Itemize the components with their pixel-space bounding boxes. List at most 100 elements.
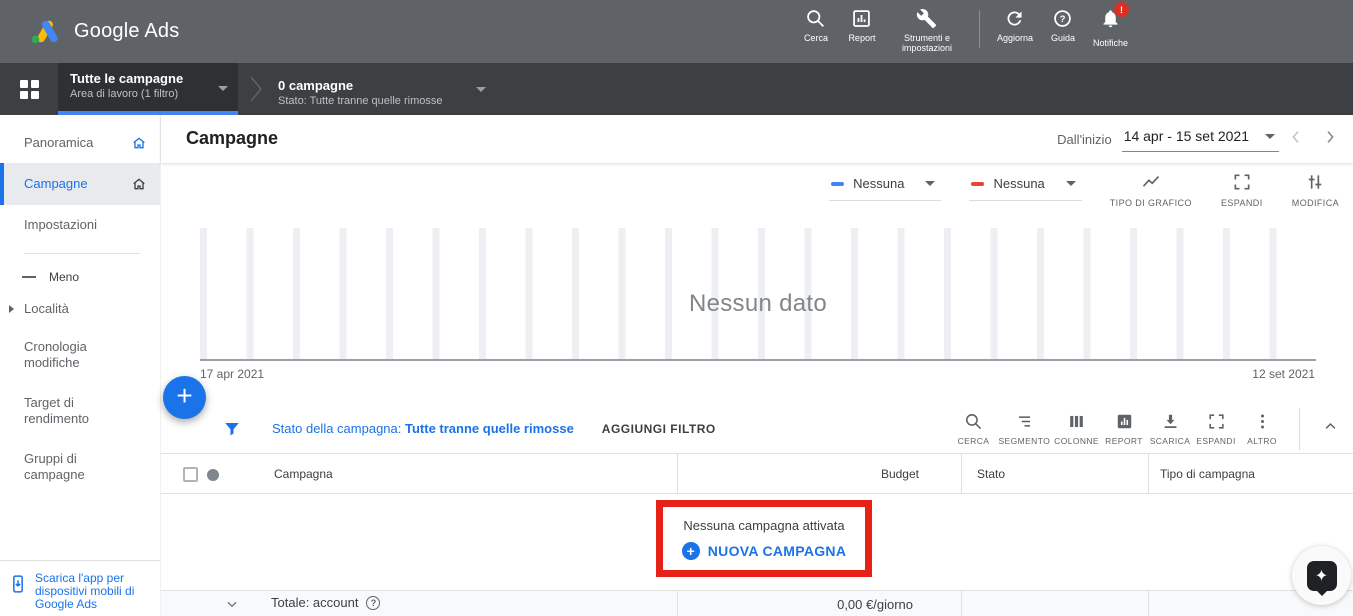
arrow-right-icon: [9, 305, 14, 313]
date-range-picker[interactable]: 14 apr - 15 set 2021: [1122, 126, 1279, 152]
chevron-down-icon: [476, 87, 486, 92]
brand-name: Google Ads: [74, 20, 179, 43]
nav-grid-button[interactable]: [0, 63, 58, 115]
table-header-row: Campagna Budget Stato Tipo di campagna: [161, 453, 1353, 494]
sidebar-item-target-di-rendimento[interactable]: Target di rendimento: [0, 385, 160, 437]
sidebar-item-impostazioni[interactable]: Impostazioni: [0, 205, 160, 245]
plus-icon: +: [176, 382, 192, 410]
total-stato-cell: [961, 591, 1148, 616]
sidebar-collapse-meno[interactable]: Meno: [0, 262, 160, 292]
tools-settings-button[interactable]: Strumenti e impostazioni: [885, 8, 969, 53]
breadcrumb-chevron-icon: [248, 72, 264, 106]
chevron-down-icon: [225, 597, 239, 611]
sidebar-item-campagne[interactable]: Campagne: [0, 163, 160, 205]
column-header-tipo-di-campagna[interactable]: Tipo di campagna: [1148, 454, 1353, 493]
app-promo-text: Scarica l'app per dispositivi mobili di …: [35, 572, 139, 611]
more-vert-icon: [1253, 412, 1272, 431]
sidebar-item-gruppi-di-campagne[interactable]: Gruppi di campagne: [0, 441, 160, 493]
more-options-button[interactable]: ALTRO: [1239, 412, 1285, 446]
table-expand-button[interactable]: ESPANDI: [1193, 412, 1239, 446]
total-budget-value: 0,00 €/giorno: [677, 591, 961, 616]
notification-badge: !: [1114, 2, 1129, 17]
table-search-button[interactable]: CERCA: [950, 412, 996, 446]
campaign-status-filter-chip[interactable]: Stato della campagna: Tutte tranne quell…: [272, 421, 574, 436]
status-dot-icon: [207, 469, 219, 481]
context-subtitle: Stato: Tutte tranne quelle rimosse: [278, 94, 442, 108]
google-ads-logo[interactable]: Google Ads: [30, 18, 179, 45]
sidebar-item-panoramica[interactable]: Panoramica: [0, 123, 160, 163]
search-button[interactable]: Cerca: [793, 8, 839, 43]
report-icon: [851, 8, 872, 29]
table-empty-state: Nessuna campagna attivata + NUOVA CAMPAG…: [161, 495, 1353, 590]
chevron-down-icon: [218, 86, 228, 91]
collapse-table-button[interactable]: [1313, 419, 1347, 439]
sliders-icon: [1305, 172, 1325, 192]
scope-title: Tutte le campagne: [70, 70, 212, 87]
download-icon: [1161, 412, 1180, 431]
columns-button[interactable]: COLONNE: [1052, 412, 1101, 446]
segment-button[interactable]: SEGMENTO: [996, 412, 1052, 446]
columns-icon: [1067, 412, 1086, 431]
sidebar-item-cronologia-modifiche[interactable]: Cronologia modifiche: [0, 329, 160, 381]
report-icon: [1115, 412, 1134, 431]
timeseries-chart: Nessun dato: [200, 228, 1316, 361]
search-icon: [964, 412, 983, 431]
refresh-button[interactable]: Aggiorna: [990, 8, 1040, 43]
column-header-campagna[interactable]: Campagna: [161, 454, 677, 493]
table-toolbar: CERCA SEGMENTO COLONNE REPORT: [950, 408, 1353, 450]
notifications-button[interactable]: ! Notifiche: [1086, 8, 1135, 48]
date-next-button[interactable]: [1313, 129, 1347, 150]
filter-bar: Stato della campagna: Tutte tranne quell…: [161, 404, 1353, 453]
date-range-prefix: Dall'inizio: [1057, 132, 1112, 147]
google-ads-app: Google Ads Cerca Report Strumenti e impo…: [0, 0, 1353, 616]
plus-circle-icon: +: [682, 542, 700, 560]
chart-metric-2-selector[interactable]: Nessuna: [969, 172, 1081, 201]
help-button[interactable]: ? Guida: [1040, 8, 1086, 43]
chevron-left-icon: [1288, 129, 1304, 145]
new-campaign-button[interactable]: + NUOVA CAMPAGNA: [682, 542, 847, 560]
chevron-down-icon: [1265, 134, 1275, 139]
chart-controls: Nessuna Nessuna TIPO DI GRAFICO: [829, 172, 1339, 208]
date-prev-button[interactable]: [1279, 129, 1313, 150]
search-icon: [805, 8, 826, 29]
sidebar: Panoramica Campagne Impostazioni Meno Lo…: [0, 115, 161, 616]
column-header-stato[interactable]: Stato: [961, 454, 1148, 493]
chart-expand-button[interactable]: ESPANDI: [1220, 172, 1264, 208]
expand-total-button[interactable]: [225, 597, 239, 614]
chevron-right-icon: [1322, 129, 1338, 145]
table-total-row: Totale: account ? 0,00 €/giorno: [161, 590, 1353, 616]
chart-metric-1-selector[interactable]: Nessuna: [829, 172, 941, 201]
sparkle-icon: ✦: [1315, 566, 1328, 586]
help-circle-icon[interactable]: ?: [366, 596, 380, 610]
context-title: 0 campagne: [278, 77, 442, 94]
download-button[interactable]: SCARICA: [1147, 412, 1193, 446]
assistant-button[interactable]: ✦: [1292, 546, 1351, 605]
report-button[interactable]: Report: [839, 8, 885, 43]
line-chart-icon: [1141, 172, 1161, 192]
main-content: Campagne Dall'inizio 14 apr - 15 set 202…: [161, 115, 1353, 616]
minus-icon: [22, 276, 36, 278]
filter-funnel-icon: [223, 420, 241, 438]
top-app-bar: Google Ads Cerca Report Strumenti e impo…: [0, 0, 1353, 63]
scope-selector-all-campaigns[interactable]: Tutte le campagne Area di lavoro (1 filt…: [58, 63, 238, 115]
topbar-actions: Cerca Report Strumenti e impostazioni Ag…: [793, 8, 1135, 53]
column-header-budget[interactable]: Budget: [677, 454, 961, 493]
x-axis-end-label: 12 set 2021: [1252, 367, 1315, 381]
page-header: Campagne Dall'inizio 14 apr - 15 set 202…: [161, 115, 1353, 163]
create-campaign-fab[interactable]: +: [163, 376, 206, 419]
toolbar-divider: [1299, 408, 1300, 450]
home-icon: [131, 176, 147, 192]
table-report-button[interactable]: REPORT: [1101, 412, 1147, 446]
chevron-down-icon: [925, 181, 935, 186]
select-all-checkbox[interactable]: [183, 467, 198, 482]
sidebar-item-localita[interactable]: Località: [0, 292, 160, 325]
wrench-icon: [916, 8, 937, 29]
grid-icon: [20, 80, 39, 99]
help-icon: ?: [1052, 8, 1073, 29]
chart-type-button[interactable]: TIPO DI GRAFICO: [1110, 172, 1192, 208]
mobile-app-promo-link[interactable]: Scarica l'app per dispositivi mobili di …: [0, 560, 160, 611]
scope-subtitle: Area di lavoro (1 filtro): [70, 87, 212, 101]
add-filter-button[interactable]: AGGIUNGI FILTRO: [602, 422, 716, 436]
chart-edit-button[interactable]: MODIFICA: [1292, 172, 1339, 208]
campaign-context-selector[interactable]: 0 campagne Stato: Tutte tranne quelle ri…: [278, 63, 486, 115]
